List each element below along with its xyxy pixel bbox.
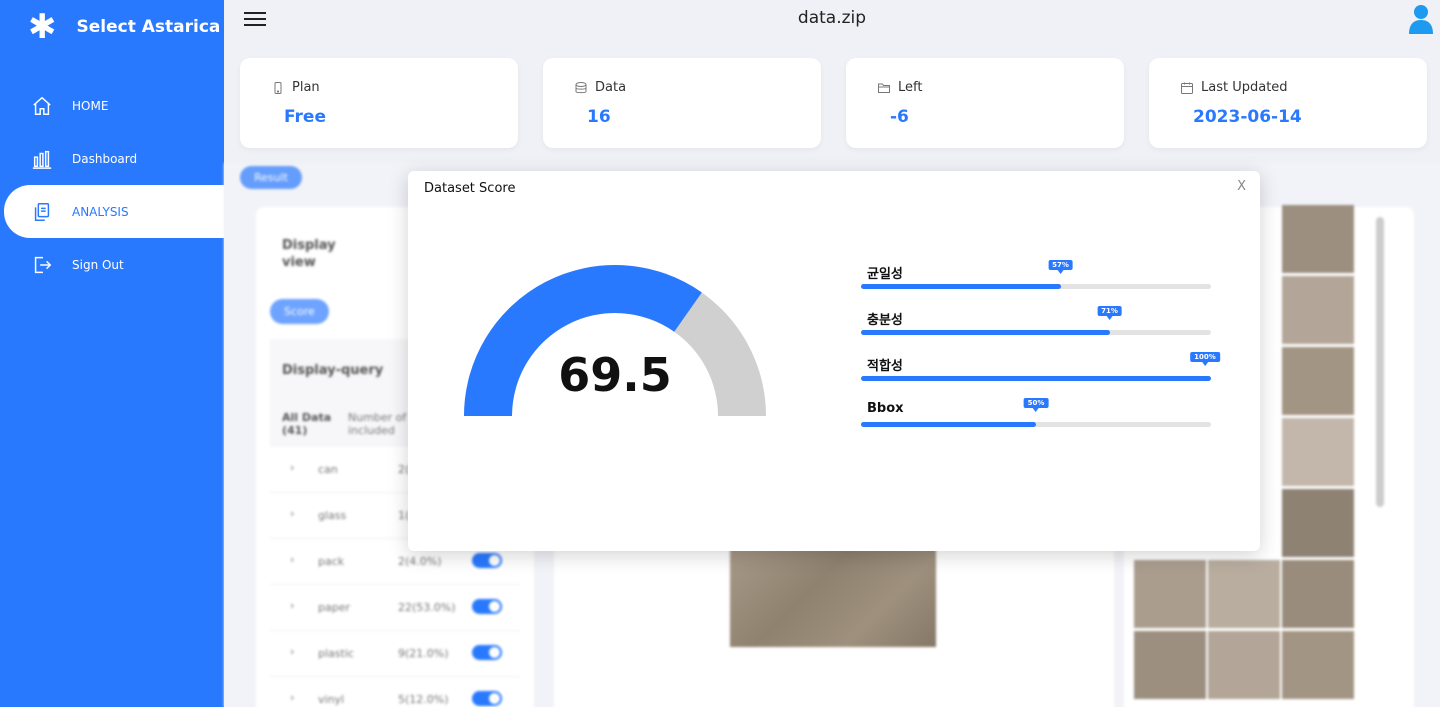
stat-value: 2023-06-14 bbox=[1193, 107, 1302, 127]
stat-card-last-updated: Last Updated 2023-06-14 bbox=[1149, 58, 1427, 148]
chevron-right-icon[interactable]: › bbox=[290, 645, 294, 658]
stat-label: Left bbox=[898, 80, 923, 95]
metric-label: 충분성 bbox=[867, 313, 903, 328]
row-value: 9(21.0%) bbox=[398, 647, 449, 660]
chevron-right-icon[interactable]: › bbox=[290, 691, 294, 704]
sidebar-item-label: ANALYSIS bbox=[72, 204, 129, 219]
metric-label: Bbox bbox=[867, 401, 904, 416]
metric-track bbox=[861, 376, 1211, 381]
dataset-score-modal: Dataset Score X 69.5 균일성 57% 충분성 71% 적합성… bbox=[408, 171, 1260, 551]
thumbnail-image[interactable] bbox=[1282, 418, 1354, 486]
sidebar-item-analysis[interactable]: ANALYSIS bbox=[4, 185, 224, 238]
sidebar-item-label: Sign Out bbox=[72, 257, 124, 272]
row-value: 2(4.0%) bbox=[398, 555, 442, 568]
result-button[interactable]: Result bbox=[240, 166, 302, 189]
sidebar-item-home[interactable]: HOME bbox=[0, 79, 224, 132]
sidebar-item-label: Dashboard bbox=[72, 151, 138, 166]
metric-label: 균일성 bbox=[867, 267, 903, 282]
column-header-all: All Data (41) bbox=[282, 411, 332, 437]
metric-fill bbox=[861, 422, 1036, 427]
metric-fill bbox=[861, 284, 1061, 289]
row-toggle[interactable] bbox=[472, 599, 502, 614]
thumbnail-image[interactable] bbox=[1282, 560, 1354, 628]
chevron-right-icon[interactable]: › bbox=[290, 461, 294, 474]
metric-fill bbox=[861, 330, 1110, 335]
sidebar-nav: HOME Dashboard ANALYSIS Sign Out bbox=[0, 79, 224, 291]
row-value: 5(12.0%) bbox=[398, 693, 449, 706]
metric-tooltip: 57% bbox=[1048, 260, 1073, 270]
sidebar-item-sign-out[interactable]: Sign Out bbox=[0, 238, 224, 291]
metric-tooltip: 100% bbox=[1190, 352, 1220, 362]
stat-value: 16 bbox=[587, 107, 611, 127]
metric-tooltip: 50% bbox=[1023, 398, 1049, 408]
row-toggle[interactable] bbox=[472, 553, 502, 568]
stat-value: Free bbox=[284, 107, 326, 127]
query-row[interactable]: › paper 22(53.0%) bbox=[270, 585, 520, 631]
documents-icon bbox=[30, 200, 54, 224]
calendar-icon bbox=[1181, 82, 1193, 94]
database-icon bbox=[575, 81, 587, 93]
bar-chart-icon bbox=[30, 147, 54, 171]
chevron-right-icon[interactable]: › bbox=[290, 553, 294, 566]
thumbnail-image[interactable] bbox=[1282, 347, 1354, 415]
row-toggle[interactable] bbox=[472, 691, 502, 706]
header: data.zip bbox=[224, 0, 1440, 40]
stat-label: Last Updated bbox=[1201, 80, 1288, 95]
brand-title: Select Astarica bbox=[76, 17, 221, 37]
thumbnail-image[interactable] bbox=[1282, 631, 1354, 699]
sidebar-item-label: HOME bbox=[72, 98, 109, 113]
chevron-right-icon[interactable]: › bbox=[290, 507, 294, 520]
thumbnail-image[interactable] bbox=[1134, 560, 1206, 628]
metric-track bbox=[861, 422, 1211, 427]
metric-track bbox=[861, 284, 1211, 289]
row-name: vinyl bbox=[318, 693, 345, 706]
thumbnail-image[interactable] bbox=[1208, 560, 1280, 628]
row-name: glass bbox=[318, 509, 347, 522]
stat-card-plan: Plan Free bbox=[240, 58, 518, 148]
row-name: can bbox=[318, 463, 338, 476]
score-gauge bbox=[464, 265, 766, 416]
stat-value: -6 bbox=[890, 107, 909, 127]
query-row[interactable]: › plastic 9(21.0%) bbox=[270, 631, 520, 677]
thumbnail-image[interactable] bbox=[1282, 276, 1354, 344]
sidebar: ✱ Select Astarica HOME Dashboard ANALYSI… bbox=[0, 0, 224, 707]
scrollbar[interactable] bbox=[1376, 217, 1384, 507]
page-title: data.zip bbox=[797, 8, 867, 28]
folder-icon bbox=[878, 83, 890, 93]
row-value: 22(53.0%) bbox=[398, 601, 456, 614]
sign-out-icon bbox=[30, 253, 54, 277]
asterisk-icon: ✱ bbox=[28, 7, 57, 47]
close-button[interactable]: X bbox=[1237, 179, 1246, 194]
modal-title: Dataset Score bbox=[424, 181, 516, 196]
user-avatar-icon[interactable] bbox=[1408, 4, 1434, 34]
stat-label: Plan bbox=[292, 80, 320, 95]
metric-track bbox=[861, 330, 1211, 335]
image-preview[interactable] bbox=[730, 547, 936, 647]
metric-label: 적합성 bbox=[867, 359, 903, 374]
thumbnail-image[interactable] bbox=[1134, 631, 1206, 699]
stat-label: Data bbox=[595, 80, 627, 95]
phone-icon bbox=[274, 81, 282, 94]
row-toggle[interactable] bbox=[472, 645, 502, 660]
row-name: paper bbox=[318, 601, 350, 614]
sidebar-item-dashboard[interactable]: Dashboard bbox=[0, 132, 224, 185]
stat-card-left: Left -6 bbox=[846, 58, 1124, 148]
score-value: 69.5 bbox=[558, 348, 672, 402]
metric-tooltip: 71% bbox=[1097, 306, 1122, 316]
score-button[interactable]: Score bbox=[270, 299, 329, 324]
display-view-title: Display view bbox=[282, 238, 336, 270]
row-name: plastic bbox=[318, 647, 354, 660]
metric-fill bbox=[861, 376, 1211, 381]
chevron-right-icon[interactable]: › bbox=[290, 599, 294, 612]
stat-card-data: Data 16 bbox=[543, 58, 821, 148]
query-title: Display-query bbox=[282, 363, 384, 378]
thumbnail-image[interactable] bbox=[1208, 631, 1280, 699]
thumbnail-image[interactable] bbox=[1282, 489, 1354, 557]
thumbnail-image[interactable] bbox=[1282, 205, 1354, 273]
query-row[interactable]: › vinyl 5(12.0%) bbox=[270, 677, 520, 707]
brand[interactable]: ✱ Select Astarica bbox=[28, 10, 220, 44]
home-icon bbox=[30, 94, 54, 118]
row-name: pack bbox=[318, 555, 345, 568]
